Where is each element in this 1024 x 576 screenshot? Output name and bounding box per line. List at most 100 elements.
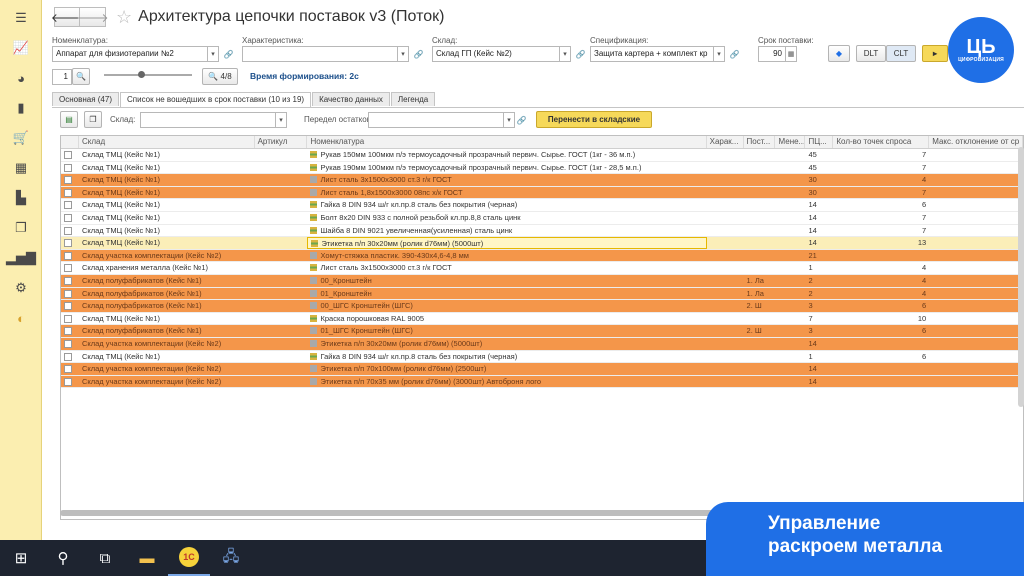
table-row[interactable]: Склад ТМЦ (Кейс №1) Болт 8х20 DIN 933 с п… xyxy=(61,212,1023,225)
nomenclature-field[interactable]: Аппарат для физиотерапии №2 xyxy=(52,46,208,62)
checkbox[interactable] xyxy=(64,339,72,348)
checkbox[interactable] xyxy=(64,251,72,260)
checkbox[interactable] xyxy=(64,302,72,311)
pie-icon[interactable]: ◕ xyxy=(0,66,42,90)
bag-icon[interactable]: ▮ xyxy=(0,96,42,120)
checkbox[interactable] xyxy=(64,264,72,273)
tab-legend[interactable]: Легенда xyxy=(390,92,436,106)
checkbox[interactable] xyxy=(64,163,72,172)
search-icon[interactable]: ⚲ xyxy=(42,540,84,576)
checkbox[interactable] xyxy=(64,176,72,185)
before-link-icon[interactable]: 🔗 xyxy=(516,112,527,128)
scale-field[interactable]: 1 xyxy=(52,69,72,85)
table-row[interactable]: Склад участка комплектации (Кейс №2) Этик… xyxy=(61,363,1023,376)
chart-icon[interactable]: 📈 xyxy=(0,36,42,60)
warehouse-field[interactable]: Склад ГП (Кейс №2) xyxy=(432,46,560,62)
refresh-icon[interactable]: ◐ xyxy=(0,306,42,330)
checkbox[interactable] xyxy=(64,188,72,197)
checkbox[interactable] xyxy=(64,151,72,159)
table-warehouse-field[interactable] xyxy=(140,112,276,128)
checkbox[interactable] xyxy=(64,365,72,374)
1c-icon[interactable]: 1С xyxy=(168,540,210,576)
checkbox[interactable] xyxy=(64,352,72,361)
header-article[interactable]: Артикул xyxy=(255,136,308,148)
bar-chart-icon[interactable]: ▂▅▇ xyxy=(0,246,42,270)
table-row[interactable]: Склад ТМЦ (Кейс №1) Гайка 8 DIN 934 ш/г к… xyxy=(61,199,1023,212)
lead-time-field[interactable]: 90 xyxy=(758,46,786,62)
favorite-star-icon[interactable]: ☆ xyxy=(116,7,132,28)
characteristic-field[interactable] xyxy=(242,46,398,62)
before-field[interactable] xyxy=(368,112,504,128)
table-row[interactable]: Склад ТМЦ (Кейс №1) Шайба 8 DIN 9021 увел… xyxy=(61,225,1023,238)
table-row[interactable]: Склад ТМЦ (Кейс №1) Рукав 150мм 100мкм п/… xyxy=(61,149,1023,162)
table-row[interactable]: Склад ТМЦ (Кейс №1) Гайка 8 DIN 934 ш/г к… xyxy=(61,351,1023,364)
table-row[interactable]: Склад полуфабрикатов (Кейс №1) 01_Кронште… xyxy=(61,287,1023,301)
spec-link-icon[interactable]: 🔗 xyxy=(729,46,740,62)
header-manager[interactable]: Мене... xyxy=(775,136,806,148)
scale-slider[interactable] xyxy=(104,71,192,78)
table-row[interactable]: Склад ТМЦ (Кейс №1) Краска порошковая RAL… xyxy=(61,313,1023,326)
warehouse-dropdown-icon[interactable]: ▾ xyxy=(560,46,571,62)
table-row[interactable]: Склад ТМЦ (Кейс №1) Этикетка п/п 30х20мм … xyxy=(61,237,1023,250)
run-button[interactable]: ▸ xyxy=(922,45,948,62)
checkbox[interactable] xyxy=(64,213,72,222)
table-row[interactable]: Склад ТМЦ (Кейс №1) Лист сталь 1,8х1500х3… xyxy=(61,186,1023,200)
cart-icon[interactable]: 🛒 xyxy=(0,126,42,150)
copy-icon[interactable]: ❐ xyxy=(84,111,102,128)
dlt-button[interactable]: DLT xyxy=(856,45,886,62)
tab-data-quality[interactable]: Качество данных xyxy=(312,92,390,106)
before-dropdown-icon[interactable]: ▾ xyxy=(504,112,515,128)
menu-icon[interactable]: ☰ xyxy=(0,6,42,30)
header-characteristic[interactable]: Харак... xyxy=(707,136,744,148)
tab-not-included[interactable]: Список не вошедших в срок поставки (10 и… xyxy=(120,92,312,107)
header-nomenclature[interactable]: Номенклатура xyxy=(307,136,707,148)
nomenclature-link-icon[interactable]: 🔗 xyxy=(223,46,234,62)
task-view-icon[interactable]: ⧉ xyxy=(84,540,126,576)
info-button[interactable]: ◆ xyxy=(828,45,850,62)
checkbox[interactable] xyxy=(64,314,72,323)
header-demand-points[interactable]: Кол-во точек спроса xyxy=(833,136,930,148)
zoom-icon[interactable]: 🔍 xyxy=(72,68,90,85)
nomenclature-dropdown-icon[interactable]: ▾ xyxy=(208,46,219,62)
table-row[interactable]: Склад участка комплектации (Кейс №2) Этик… xyxy=(61,337,1023,351)
windows-icon[interactable]: ⊞ xyxy=(0,540,42,576)
documents-icon[interactable]: ❐ xyxy=(0,216,42,240)
table-warehouse-dropdown-icon[interactable]: ▾ xyxy=(276,112,287,128)
table-row[interactable]: Склад ТМЦ (Кейс №1) Лист сталь 3х1500х300… xyxy=(61,174,1023,187)
checkbox[interactable] xyxy=(64,201,72,210)
vertical-scrollbar[interactable] xyxy=(1018,147,1024,407)
checkbox[interactable] xyxy=(64,377,72,386)
checkbox[interactable] xyxy=(64,276,72,285)
table-row[interactable]: Склад полуфабрикатов (Кейс №1) 00_Кронште… xyxy=(61,274,1023,288)
header-max-deviation[interactable]: Макс. отклонение от ср xyxy=(929,136,1023,148)
warehouse-link-icon[interactable]: 🔗 xyxy=(575,46,586,62)
checkbox[interactable] xyxy=(64,289,72,298)
network-icon[interactable]: 🖧 xyxy=(210,540,252,576)
table-row[interactable]: Склад хранения металла (Кейс №1) Лист ста… xyxy=(61,262,1023,275)
factory-icon[interactable]: ▙ xyxy=(0,186,42,210)
spec-dropdown-icon[interactable]: ▾ xyxy=(714,46,725,62)
checkbox[interactable] xyxy=(64,327,72,336)
move-to-warehouse-button[interactable]: Перенести в складские xyxy=(536,111,652,128)
forward-button[interactable]: 🡒 xyxy=(76,7,109,27)
page-counter[interactable]: 🔍 4/8 xyxy=(202,68,238,85)
horizontal-scrollbar[interactable] xyxy=(60,510,760,516)
slider-thumb[interactable] xyxy=(138,71,145,78)
table-row[interactable]: Склад ТМЦ (Кейс №1) Рукав 190мм 100мкм п/… xyxy=(61,162,1023,175)
excel-icon[interactable]: ▤ xyxy=(60,111,78,128)
header-supplier[interactable]: Пост... xyxy=(744,136,776,148)
table-row[interactable]: Склад участка комплектации (Кейс №2) Этик… xyxy=(61,375,1023,389)
header-warehouse[interactable]: Склад xyxy=(79,136,255,148)
table-row[interactable]: Склад полуфабрикатов (Кейс №1) 01_ШГС Кро… xyxy=(61,325,1023,338)
explorer-icon[interactable]: ▬ xyxy=(126,540,168,576)
header-pc[interactable]: ПЦ... xyxy=(805,136,834,148)
tab-main[interactable]: Основная (47) xyxy=(52,92,119,106)
table-row[interactable]: Склад полуфабрикатов (Кейс №1) 00_ШГС Кро… xyxy=(61,300,1023,313)
checkbox[interactable] xyxy=(64,226,72,235)
clt-button[interactable]: CLT xyxy=(886,45,916,62)
table-row[interactable]: Склад участка комплектации (Кейс №2) Хому… xyxy=(61,249,1023,263)
characteristic-dropdown-icon[interactable]: ▾ xyxy=(398,46,409,62)
grid-icon[interactable]: ▦ xyxy=(0,156,42,180)
spec-field[interactable]: Защита картера + комплект кр xyxy=(590,46,714,62)
checkbox[interactable] xyxy=(64,239,72,248)
